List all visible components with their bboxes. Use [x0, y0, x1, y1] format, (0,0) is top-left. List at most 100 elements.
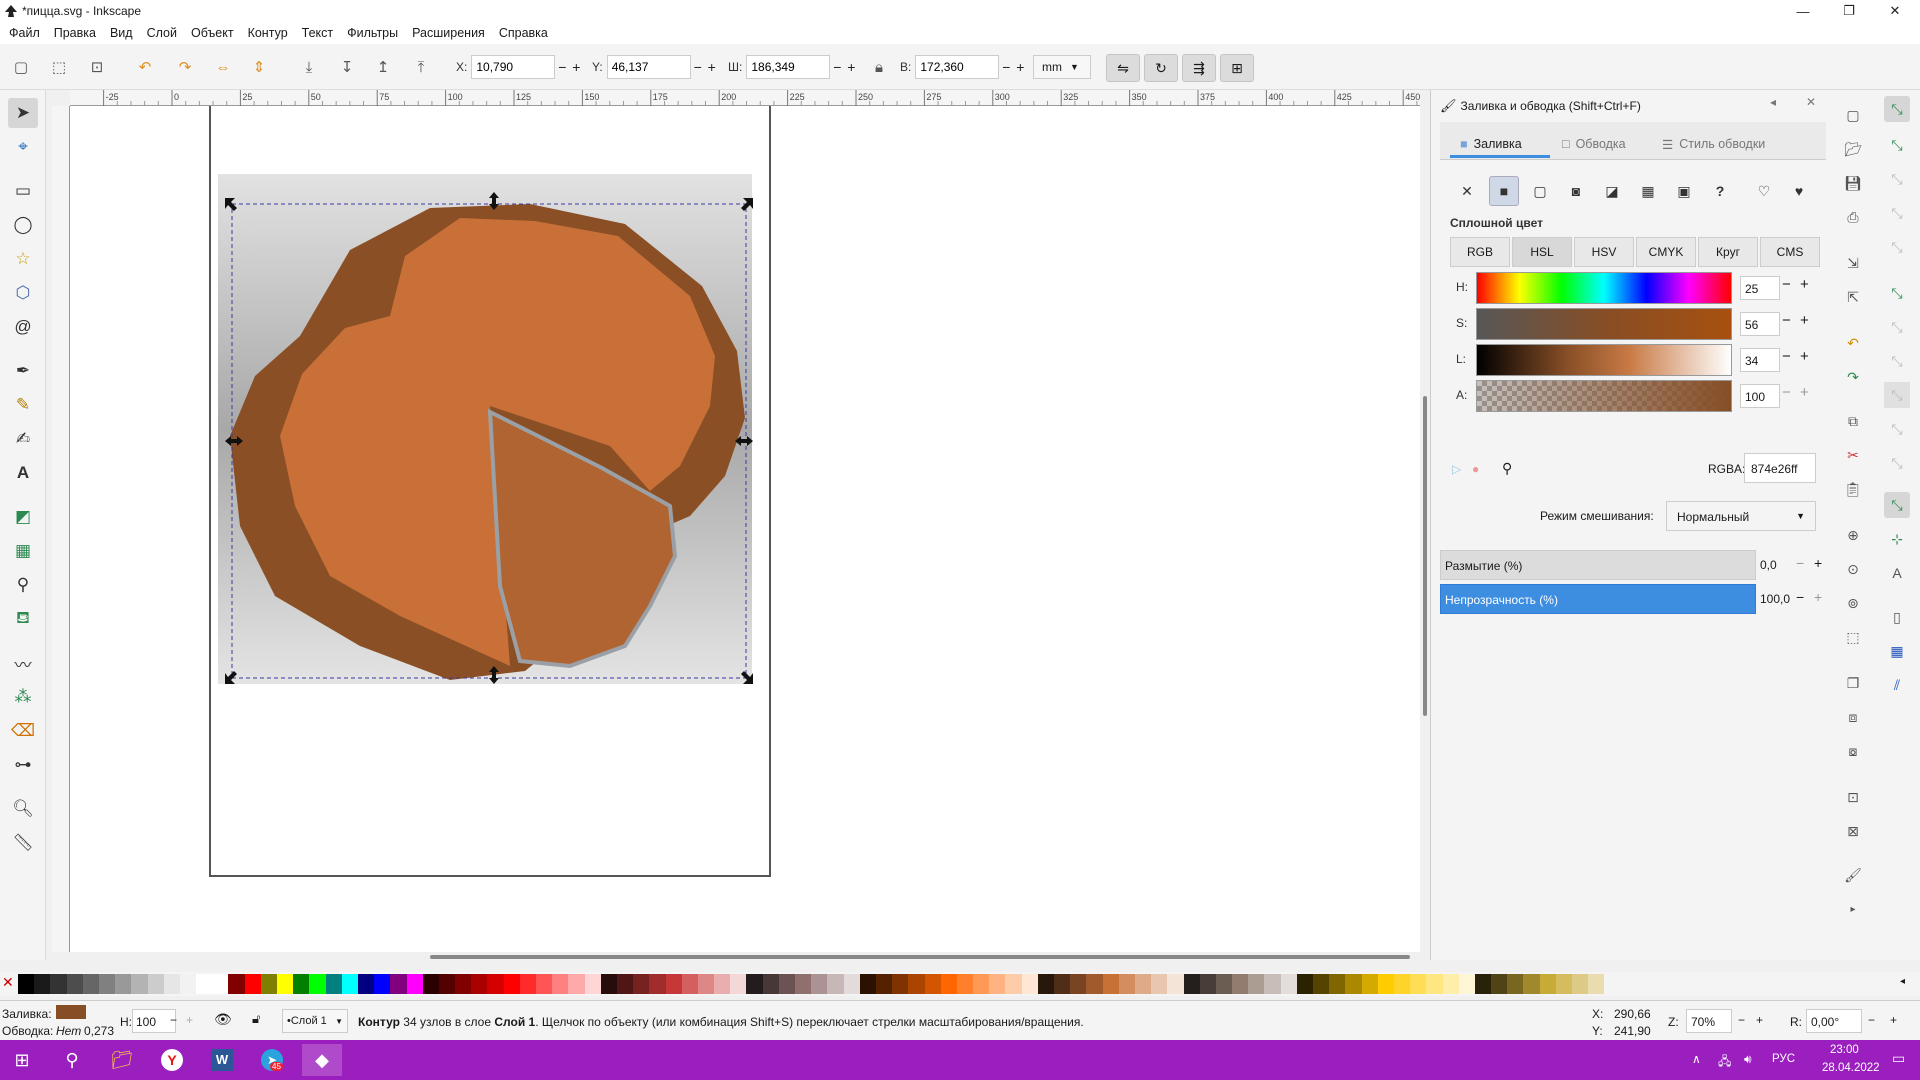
- mode-hsl[interactable]: HSL: [1512, 237, 1572, 267]
- palette-swatch[interactable]: [471, 974, 488, 994]
- snap-intersection-icon[interactable]: ⤡: [1884, 348, 1910, 374]
- palette-swatch[interactable]: [1361, 974, 1378, 994]
- eraser-tool-icon[interactable]: ⌫: [8, 716, 38, 746]
- palette-swatch[interactable]: [357, 974, 375, 994]
- snap-toggle-icon[interactable]: ⤡: [1884, 96, 1910, 122]
- paste-icon[interactable]: 📋︎: [1840, 476, 1866, 502]
- zoom-input[interactable]: 70%: [1686, 1009, 1732, 1033]
- deselect-icon[interactable]: ⊡: [84, 54, 110, 80]
- tab-fill[interactable]: ■ Заливка: [1460, 128, 1522, 160]
- menu-path[interactable]: Контур: [241, 26, 295, 40]
- snap-others-icon[interactable]: ⤡: [1884, 492, 1910, 518]
- pattern-icon[interactable]: ▦: [1633, 176, 1663, 206]
- snap-rotation-center-icon[interactable]: ⊹: [1884, 526, 1910, 552]
- tab-stroke-style[interactable]: ☰ Стиль обводки: [1662, 128, 1765, 160]
- connector-tool-icon[interactable]: ⊶: [8, 750, 38, 780]
- snap-bbox-midpoint-icon[interactable]: ⤡: [1884, 234, 1910, 260]
- palette-swatch[interactable]: [1313, 974, 1330, 994]
- print-icon[interactable]: ⎙: [1840, 204, 1866, 230]
- palette-swatch[interactable]: [1248, 974, 1265, 994]
- palette-swatch[interactable]: [1539, 974, 1556, 994]
- rotation-input[interactable]: 0,00°: [1806, 1009, 1862, 1033]
- saturation-value[interactable]: 56: [1740, 312, 1780, 336]
- rotation-increment[interactable]: +: [1890, 1013, 1897, 1027]
- palette-swatch[interactable]: [843, 974, 860, 994]
- palette-swatch[interactable]: [1102, 974, 1119, 994]
- snap-path-icon[interactable]: ⤡: [1884, 314, 1910, 340]
- snap-bbox-corner-icon[interactable]: ⤡: [1884, 200, 1910, 226]
- dock-collapse-icon[interactable]: ◂: [1770, 95, 1776, 109]
- rotate-cw-icon[interactable]: ↷: [172, 54, 198, 80]
- palette-swatch[interactable]: [875, 974, 893, 994]
- linear-gradient-icon[interactable]: ▢: [1525, 176, 1555, 206]
- palette-swatch[interactable]: [1054, 974, 1071, 994]
- rotate-ccw-icon[interactable]: ↶: [132, 54, 158, 80]
- palette-swatch[interactable]: [1070, 974, 1087, 994]
- palette-swatch[interactable]: [390, 974, 407, 994]
- palette-swatch[interactable]: [1410, 974, 1427, 994]
- hue-decrement[interactable]: −: [1782, 276, 1791, 293]
- scale-stroke-button[interactable]: ⇋: [1106, 54, 1140, 82]
- select-all-icon[interactable]: ▢: [8, 54, 34, 80]
- hue-slider[interactable]: [1476, 272, 1732, 304]
- mesh-gradient-icon[interactable]: ◪: [1597, 176, 1627, 206]
- inkscape-taskbar-icon[interactable]: ◆: [302, 1044, 342, 1076]
- palette-swatch[interactable]: [795, 974, 812, 994]
- language-indicator[interactable]: РУС: [1772, 1053, 1795, 1065]
- palette-swatch[interactable]: [34, 974, 51, 994]
- palette-swatch[interactable]: [260, 974, 277, 994]
- x-decrement[interactable]: −: [555, 59, 569, 75]
- palette-swatch[interactable]: [1167, 974, 1184, 994]
- fill-stroke-dialog-icon[interactable]: 🖌︎: [1840, 862, 1866, 888]
- text-tool-icon[interactable]: A: [8, 458, 38, 488]
- lock-ratio-icon[interactable]: 🔒︎: [866, 54, 892, 80]
- horizontal-scrollbar[interactable]: [70, 952, 1430, 962]
- rectangle-tool-icon[interactable]: ▭: [8, 176, 38, 206]
- y-decrement[interactable]: −: [691, 59, 705, 75]
- palette-swatch[interactable]: [422, 974, 439, 994]
- menu-object[interactable]: Объект: [184, 26, 241, 40]
- palette-swatch[interactable]: [374, 974, 391, 994]
- clock-date[interactable]: 28.04.2022: [1822, 1062, 1880, 1074]
- clone-icon[interactable]: ⧈: [1840, 704, 1866, 730]
- opacity-increment[interactable]: +: [1814, 589, 1822, 605]
- visibility-eye-icon[interactable]: 👁︎: [214, 1011, 232, 1028]
- ungroup-icon[interactable]: ⊠: [1840, 818, 1866, 844]
- alpha-slider[interactable]: [1476, 380, 1732, 412]
- snap-nodes-icon[interactable]: ⤡: [1884, 280, 1910, 306]
- redo-icon[interactable]: ↷: [1840, 364, 1866, 390]
- width-decrement[interactable]: −: [830, 59, 844, 75]
- undo-icon[interactable]: ↶: [1840, 330, 1866, 356]
- radial-gradient-icon[interactable]: ◙: [1561, 176, 1591, 206]
- palette-menu-icon[interactable]: ◂: [1900, 976, 1905, 987]
- x-increment[interactable]: +: [569, 59, 583, 75]
- group-icon[interactable]: ⊡: [1840, 784, 1866, 810]
- palette-swatch[interactable]: [115, 974, 132, 994]
- height-input[interactable]: [915, 55, 1000, 79]
- lightness-value[interactable]: 34: [1740, 348, 1780, 372]
- zoom-increment[interactable]: +: [1756, 1013, 1763, 1027]
- no-color-swatch-icon[interactable]: ✕: [2, 974, 16, 994]
- palette-swatch[interactable]: [536, 974, 553, 994]
- dock-close-icon[interactable]: ✕: [1806, 95, 1816, 109]
- minimize-button[interactable]: —: [1780, 0, 1826, 22]
- palette-swatch[interactable]: [714, 974, 731, 994]
- menu-edit[interactable]: Правка: [47, 26, 103, 40]
- palette-swatch[interactable]: [730, 974, 747, 994]
- vertical-scrollbar[interactable]: [1420, 106, 1430, 952]
- close-button[interactable]: ✕: [1872, 0, 1918, 22]
- lightness-slider[interactable]: [1476, 344, 1732, 376]
- blur-increment[interactable]: +: [1814, 555, 1822, 571]
- raise-icon[interactable]: ↥: [370, 54, 396, 80]
- y-input[interactable]: [606, 55, 691, 79]
- snap-guides-icon[interactable]: ⫽: [1884, 672, 1910, 698]
- menu-filters[interactable]: Фильтры: [340, 26, 405, 40]
- palette-swatch[interactable]: [827, 974, 844, 994]
- palette-swatch[interactable]: [228, 974, 245, 994]
- x-input[interactable]: [471, 55, 556, 79]
- zoom-decrement[interactable]: −: [1738, 1013, 1745, 1027]
- palette-swatch[interactable]: [924, 974, 941, 994]
- palette-swatch[interactable]: [1005, 974, 1022, 994]
- alpha-value[interactable]: 100: [1740, 384, 1780, 408]
- opacity-decrement[interactable]: −: [1796, 589, 1804, 605]
